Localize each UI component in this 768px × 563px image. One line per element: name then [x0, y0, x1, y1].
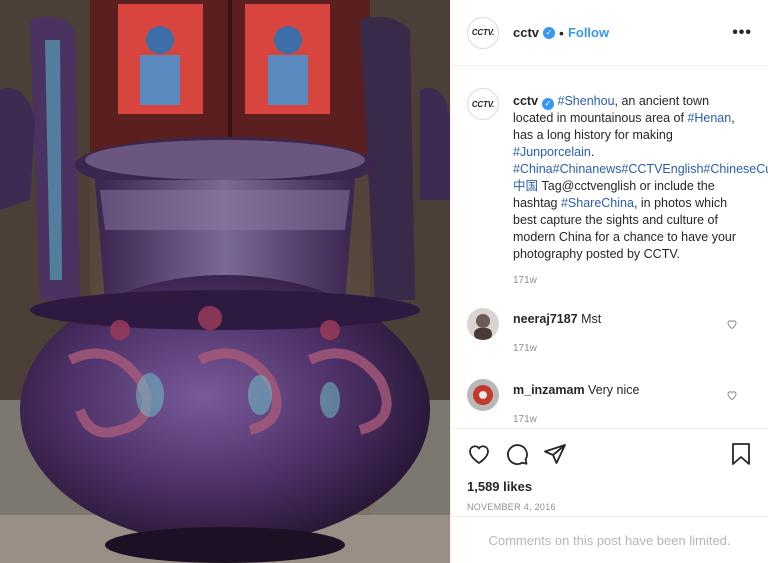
hashtag-link[interactable]: #ShareChina	[561, 196, 634, 210]
commenter-username[interactable]: m_inzamam	[513, 383, 585, 397]
like-comment-heart-icon[interactable]	[726, 318, 738, 330]
cctv-logo: CCTV.	[471, 28, 495, 37]
comment-text: m_inzamam Very nice 171w	[513, 379, 639, 428]
commenter-avatar[interactable]	[467, 308, 499, 340]
like-heart-icon[interactable]	[467, 442, 491, 466]
comment-time: 171w	[513, 414, 537, 425]
cctv-logo: CCTV.	[471, 99, 495, 109]
comment-icon[interactable]	[505, 442, 529, 466]
commenter-avatar[interactable]	[467, 379, 499, 411]
comment-time: 171w	[513, 343, 537, 354]
hashtag-link[interactable]: #Henan	[687, 111, 731, 125]
caption-body: #Shenhou, an ancient town located in mou…	[513, 94, 768, 261]
comments-area[interactable]: CCTV. cctv ✓ #Shenhou, an ancient town lo…	[451, 66, 768, 428]
user-photo-icon	[467, 379, 499, 411]
comment-text: neeraj7187 Mst 171w	[513, 308, 601, 357]
verified-badge-icon: ✓	[543, 26, 556, 39]
user-photo-icon	[467, 308, 499, 340]
likes-count[interactable]: 1,589 likes	[467, 479, 752, 494]
comment-body: Very nice	[588, 383, 640, 397]
comments-limited-notice: Comments on this post have been limited.	[451, 516, 768, 563]
author-username[interactable]: cctv	[513, 25, 539, 40]
caption-username[interactable]: cctv	[513, 94, 538, 108]
comment-body: Mst	[581, 312, 602, 326]
caption-text: cctv ✓ #Shenhou, an ancient town located …	[513, 93, 768, 263]
like-comment-heart-icon[interactable]	[726, 389, 738, 401]
post-caption: CCTV. cctv ✓ #Shenhou, an ancient town lo…	[467, 88, 768, 263]
post-photo	[0, 0, 450, 563]
caption-avatar[interactable]: CCTV.	[467, 88, 499, 120]
post-header: CCTV. cctv ✓ • Follow •••	[451, 0, 768, 66]
comment-item: neeraj7187 Mst 171w	[467, 308, 752, 357]
hashtag-link[interactable]: #Chinanews	[553, 162, 622, 176]
post-panel: CCTV. cctv ✓ • Follow ••• CCTV. cctv ✓ #S…	[450, 0, 768, 563]
porcelain-vessel-photo	[0, 0, 450, 563]
more-options-icon[interactable]: •••	[732, 24, 752, 42]
post-date: NOVEMBER 4, 2016	[467, 502, 556, 512]
caption-time: 171w	[513, 275, 537, 286]
bookmark-icon[interactable]	[730, 442, 752, 466]
hashtag-link[interactable]: #CCTVEnglish	[621, 162, 703, 176]
hashtag-link[interactable]: #Junporcelain	[513, 145, 591, 159]
separator-dot: •	[559, 24, 564, 41]
follow-button[interactable]: Follow	[568, 25, 609, 40]
share-icon[interactable]	[543, 442, 567, 466]
hashtag-link[interactable]: #China	[513, 162, 553, 176]
verified-badge-icon: ✓	[542, 98, 555, 110]
comment-item: m_inzamam Very nice 171w	[467, 379, 752, 428]
caption-text-segment: .	[590, 145, 595, 159]
hashtag-link[interactable]: #Shenhou	[558, 94, 615, 108]
author-avatar[interactable]: CCTV.	[467, 16, 499, 49]
commenter-username[interactable]: neeraj7187	[513, 312, 578, 326]
hashtag-link[interactable]: #ChineseCulture	[703, 162, 768, 176]
post-actions: 1,589 likes NOVEMBER 4, 2016	[451, 428, 768, 512]
action-icons	[467, 441, 752, 467]
